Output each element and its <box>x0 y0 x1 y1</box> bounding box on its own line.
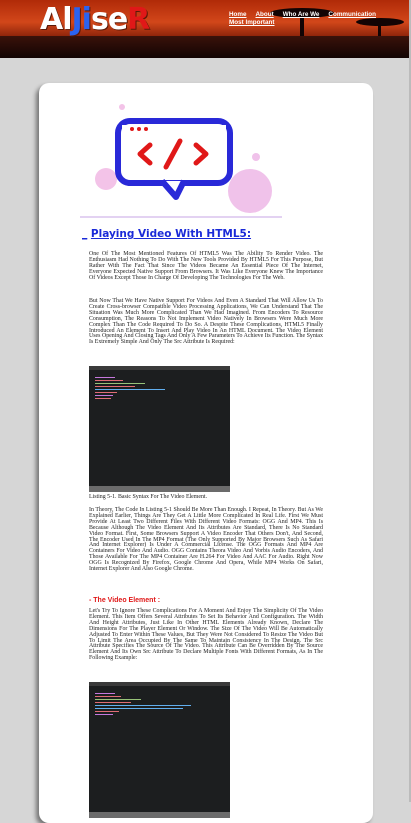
editor-titlebar <box>89 682 230 686</box>
nav-home[interactable]: Home <box>229 11 247 18</box>
code-line <box>95 714 113 716</box>
code-line <box>95 386 135 388</box>
chat-bubble-tail <box>159 179 187 200</box>
code-line <box>95 702 131 704</box>
paragraph: One Of The Most Mentioned Features Of HT… <box>89 251 323 281</box>
window-dot <box>130 127 134 131</box>
title-dash: _ <box>82 228 88 240</box>
window-dot <box>144 127 148 131</box>
paragraph: In Theory, The Code In Listing 5-1 Shoul… <box>89 507 323 573</box>
code-line <box>95 696 121 698</box>
html-code-illustration <box>95 104 272 213</box>
logo-part: Al <box>40 2 73 37</box>
main-nav: Home About Who Are We Communication Most Imp… <box>229 11 407 27</box>
paragraph: Let's Try To Ignore These Complications … <box>89 608 323 662</box>
hero-underline <box>80 216 282 218</box>
decor-circle <box>95 168 117 190</box>
logo-part: se <box>90 2 128 37</box>
listing-caption: Listing 5-1. Basic Syntax For The Video … <box>89 494 208 500</box>
section-subheading: - The Video Element : <box>89 597 161 604</box>
code-screenshot <box>89 682 230 818</box>
code-line <box>95 699 141 701</box>
code-line <box>95 398 111 400</box>
title-text: Playing Video With HTML5: <box>90 228 252 240</box>
editor-titlebar <box>89 366 230 370</box>
decor-circle <box>252 153 260 161</box>
code-line <box>95 693 115 695</box>
paragraph: But Now That We Have Native Support For … <box>89 298 323 346</box>
code-screenshot <box>89 366 230 492</box>
code-line <box>95 377 115 379</box>
decor-circle <box>119 104 125 110</box>
logo-part: Ji <box>71 2 92 37</box>
code-line <box>95 383 145 385</box>
nav-most-important[interactable]: Most Important <box>229 19 274 26</box>
code-line <box>95 395 113 397</box>
nav-who-are-we[interactable]: Who Are We <box>283 11 320 18</box>
nav-communication[interactable]: Communication <box>328 11 376 18</box>
site-header: AlJiseR Home About Who Are We Communication… <box>0 0 411 58</box>
logo-part: R <box>127 2 150 37</box>
decor-circle <box>228 169 272 213</box>
site-logo[interactable]: AlJiseR <box>40 2 150 37</box>
nav-about[interactable]: About <box>256 11 274 18</box>
window-dot <box>137 127 141 131</box>
code-line <box>95 380 123 382</box>
code-line <box>95 711 119 713</box>
code-line <box>95 705 191 707</box>
code-line <box>95 708 183 710</box>
code-line <box>95 389 165 391</box>
dune-silhouette <box>0 36 411 58</box>
code-line <box>95 392 117 394</box>
article-title: _ Playing Video With HTML5: <box>82 228 251 240</box>
